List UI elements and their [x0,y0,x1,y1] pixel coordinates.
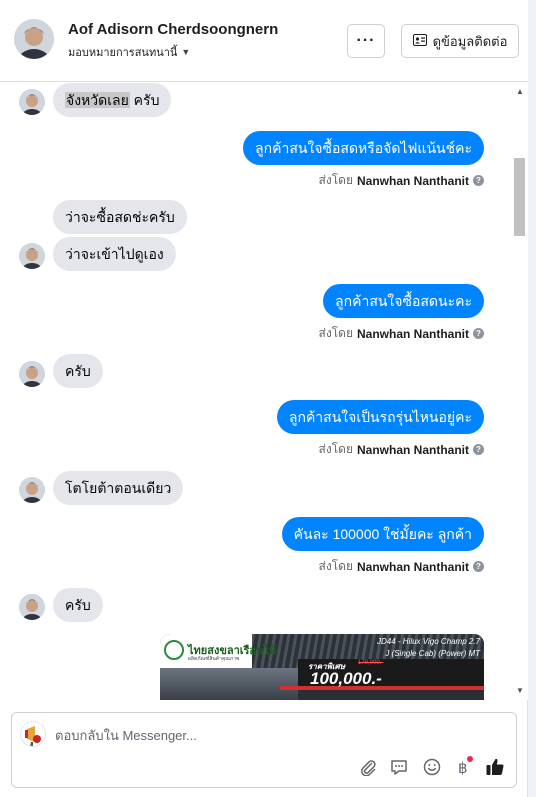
sent-by-label: ส่งโดย Nanwhan Nanthanit ? [319,171,484,190]
contact-avatar-small[interactable] [19,594,45,620]
ad-model-line: J (Single Cab) (Power) MT [385,649,480,658]
contact-card-icon [412,33,427,49]
scroll-down-arrow-icon[interactable]: ▼ [516,686,524,695]
ad-brand-logo: ไทยสงขลาเรือนไม้ ผลิตภัณฑ์สินค้าคุณภาพ [160,634,276,668]
scroll-thumb[interactable] [514,158,525,236]
baht-icon[interactable]: ฿ [452,756,474,778]
ad-brand-tagline: ผลิตภัณฑ์สินค้าคุณภาพ [188,656,240,662]
help-icon[interactable]: ? [473,561,484,572]
help-icon[interactable]: ? [473,175,484,186]
message-text: ครับ [129,92,160,108]
incoming-message[interactable]: โตโยต้าตอนเดียว [53,471,184,505]
thumbs-up-icon[interactable] [484,756,506,778]
sent-by-prefix: ส่งโดย [318,173,353,187]
help-icon[interactable]: ? [473,328,484,339]
sender-name: Nanwhan Nanthanit [356,442,469,457]
contact-avatar-small[interactable] [19,89,45,115]
incoming-message[interactable]: ครับ [53,588,103,622]
message-list[interactable]: จังหวัดเลย ครับ ลูกค้าสนใจซื้อสดหรือจัดไ… [0,82,528,700]
page-avatar [20,721,46,747]
assign-label: มอบหมายการสนทนานี้ [68,47,178,59]
sent-by-label: ส่งโดย Nanwhan Nanthanit ? [319,324,484,343]
conversation-panel: Aof Adisorn Cherdsoongnern มอบหมายการสนท… [0,0,528,797]
sender-name: Nanwhan Nanthanit [356,173,469,188]
contact-name[interactable]: Aof Adisorn Cherdsoongnern [68,21,278,38]
sender-name: Nanwhan Nanthanit [356,326,469,341]
incoming-message[interactable]: ว่าจะซื้อสดช่ะครับ [53,200,187,234]
sent-by-label: ส่งโดย Nanwhan Nanthanit ? [319,557,484,576]
outgoing-message[interactable]: ลูกค้าสนใจเป็นรถรุ่นไหนอยู่คะ [276,400,484,434]
conversation-header: Aof Adisorn Cherdsoongnern มอบหมายการสนท… [0,0,528,82]
caret-down-icon: ▼ [181,47,191,57]
paperclip-icon[interactable] [357,756,379,778]
incoming-message[interactable]: จังหวัดเลย ครับ [53,83,172,117]
ad-old-price: 179,000.- [358,660,384,666]
reply-composer: ฿ [11,712,517,788]
notification-dot [467,756,473,762]
reply-input[interactable] [55,726,495,744]
scroll-up-arrow-icon[interactable]: ▲ [516,87,524,96]
sender-name: Nanwhan Nanthanit [356,559,469,574]
contact-info-button[interactable]: ดูข้อมูลติดต่อ [401,24,519,58]
incoming-message[interactable]: ว่าจะเข้าไปดูเอง [53,237,176,271]
contact-avatar-small[interactable] [19,361,45,387]
brand-logo-icon [164,640,184,660]
svg-text:฿: ฿ [458,760,468,776]
sent-by-label: ส่งโดย Nanwhan Nanthanit ? [319,440,484,459]
ad-price: 100,000.- [310,669,382,688]
emoji-icon[interactable] [421,756,443,778]
more-button[interactable]: ··· [347,24,385,58]
ad-model-line: JD44 - Hilux Vigo Champ 2.7 [376,637,480,646]
outgoing-message[interactable]: ลูกค้าสนใจซื้อสดนะคะ [323,284,484,318]
image-attachment[interactable]: ไทยสงขลาเรือนไม้ ผลิตภัณฑ์สินค้าคุณภาพ J… [160,634,484,700]
contact-avatar-small[interactable] [19,477,45,503]
assign-conversation-dropdown[interactable]: มอบหมายการสนทนานี้ ▼ [68,43,190,61]
message-scrollbar[interactable]: ▲ ▼ [511,82,528,700]
incoming-message[interactable]: ครับ [53,354,103,388]
saved-reply-icon[interactable] [388,756,410,778]
more-icon: ··· [356,32,376,49]
ad-background [160,668,298,700]
highlighted-text: จังหวัดเลย [65,92,130,108]
outgoing-message[interactable]: ลูกค้าสนใจซื้อสดหรือจัดไฟแน้นช์คะ [243,131,484,165]
contact-info-label: ดูข้อมูลติดต่อ [432,33,508,49]
help-icon[interactable]: ? [473,444,484,455]
sent-by-prefix: ส่งโดย [318,442,353,456]
sent-by-prefix: ส่งโดย [318,559,353,573]
sent-by-prefix: ส่งโดย [318,326,353,340]
contact-avatar[interactable] [14,19,54,59]
contact-avatar-small[interactable] [19,243,45,269]
outgoing-message[interactable]: คันละ 100000 ใช่มั้ยคะ ลูกค้า [281,517,484,551]
